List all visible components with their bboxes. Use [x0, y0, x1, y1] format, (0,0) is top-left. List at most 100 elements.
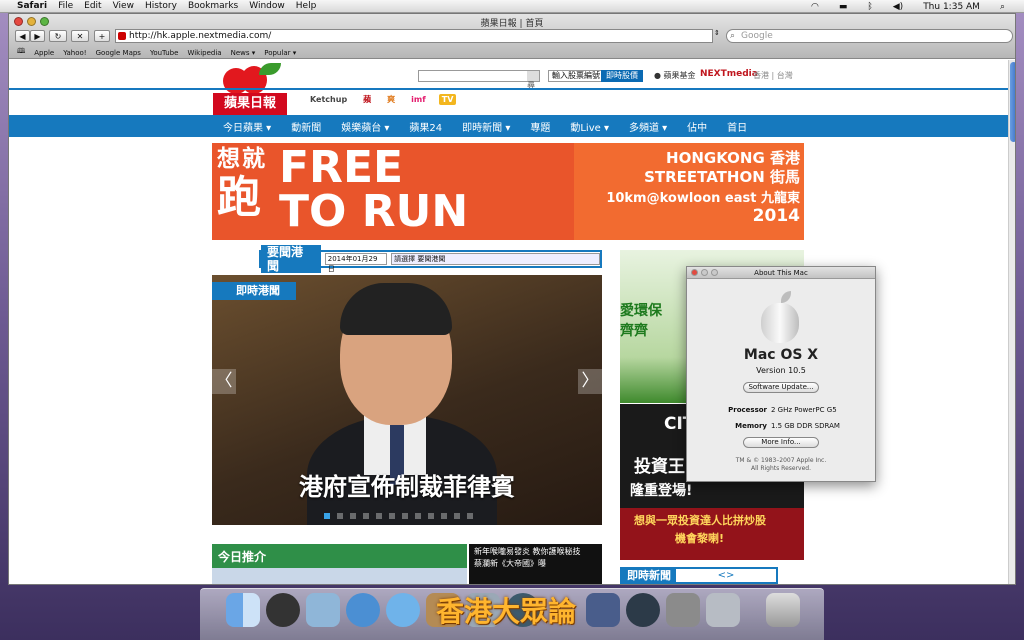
trash-icon[interactable] — [766, 593, 800, 627]
carousel-dot[interactable] — [389, 513, 395, 519]
network-icon[interactable] — [706, 593, 740, 627]
add-bookmark-button[interactable]: + — [94, 30, 110, 42]
about-minimize-icon — [701, 269, 708, 276]
site-search-icon[interactable] — [527, 71, 539, 81]
menu-view[interactable]: View — [113, 1, 134, 11]
streetathon-banner-ad[interactable]: 想就 跑 FREE TO RUN HONGKONG 香港 STREETATHON… — [212, 143, 804, 240]
bookmark-apple[interactable]: Apple — [34, 49, 54, 57]
bookmark-popular[interactable]: Popular ▾ — [264, 49, 296, 57]
url-field[interactable]: http://hk.apple.nextmedia.com/ — [115, 29, 713, 43]
wifi-icon[interactable]: ◠ — [811, 2, 819, 12]
menu-file[interactable]: File — [58, 1, 73, 11]
menu-window[interactable]: Window — [249, 1, 285, 11]
display-icon[interactable]: ▬ — [839, 2, 848, 12]
nav-item-entertainment[interactable]: 娛樂蘋台 ▾ — [341, 119, 389, 134]
memory-label: Memory — [735, 422, 767, 430]
realtime-tag: 即時港聞 — [212, 282, 296, 300]
bookmark-youtube[interactable]: YouTube — [150, 49, 178, 57]
date-select[interactable]: 2014年01月29日 — [324, 253, 388, 273]
realtime-quote-button[interactable]: 即時股價 — [601, 70, 643, 82]
region-links[interactable]: 香港 | 台灣 — [753, 70, 793, 81]
carousel-next-button[interactable]: 〉 — [578, 369, 602, 394]
apple-fund-link[interactable]: ● 蘋果基金 — [654, 70, 696, 81]
reload-button[interactable]: ↻ — [49, 30, 67, 42]
system-preferences-icon[interactable] — [666, 593, 700, 627]
bookmarks-book-icon[interactable]: 🕮 — [17, 47, 25, 58]
section-select[interactable]: 請選擇 要聞港聞 — [391, 253, 601, 265]
menu-safari[interactable]: Safari — [17, 1, 47, 11]
product-link[interactable]: 蘋 — [360, 93, 374, 106]
spotlight-icon[interactable]: ⌕ — [1000, 2, 1005, 12]
nav-item-occupy[interactable]: 佔中 — [687, 119, 707, 134]
finder-icon[interactable] — [226, 593, 260, 627]
latest-news-toggle-icon[interactable]: <> — [676, 569, 776, 582]
bookmark-wikipedia[interactable]: Wikipedia — [187, 49, 221, 57]
headline-caption[interactable]: 港府宣佈制裁菲律賓 — [212, 467, 602, 502]
menu-help[interactable]: Help — [296, 1, 317, 11]
carousel-dot[interactable] — [441, 513, 447, 519]
site-search-input[interactable]: 搜尋 — [418, 70, 540, 90]
carousel-prev-button[interactable]: 〈 — [212, 369, 236, 394]
software-update-button[interactable]: Software Update... — [743, 382, 819, 393]
carousel-dot[interactable] — [402, 513, 408, 519]
nav-item-24[interactable]: 蘋果24 — [409, 119, 442, 134]
product-link[interactable]: TV — [438, 94, 457, 105]
clock[interactable]: Thu 1:35 AM — [923, 2, 980, 12]
ichat-icon[interactable] — [386, 593, 420, 627]
dashboard-icon[interactable] — [266, 593, 300, 627]
product-link[interactable]: Ketchup — [307, 94, 350, 105]
section-date-bar: 要聞港聞 2014年01月29日 請選擇 要聞港聞 — [259, 245, 602, 273]
carousel-dot[interactable] — [428, 513, 434, 519]
logo-text: 蘋果日報 — [213, 93, 287, 115]
menu-edit[interactable]: Edit — [84, 1, 101, 11]
back-button[interactable]: ◀ — [15, 30, 30, 42]
bookmark-google-maps[interactable]: Google Maps — [96, 49, 141, 57]
bookmark-yahoo[interactable]: Yahoo! — [63, 49, 86, 57]
snapback-button[interactable]: ✕ — [71, 30, 89, 42]
stock-code-input[interactable]: 輸入股票編號 — [548, 70, 604, 82]
carousel-dot[interactable] — [467, 513, 473, 519]
nav-item-realtime[interactable]: 即時新聞 ▾ — [462, 119, 510, 134]
bluetooth-icon[interactable]: ᛒ — [867, 2, 872, 12]
carousel-dot[interactable] — [376, 513, 382, 519]
product-link[interactable]: 爽 — [384, 93, 398, 106]
nav-item-animated-news[interactable]: 動新聞 — [291, 119, 321, 134]
forward-button[interactable]: ▶ — [30, 30, 45, 42]
bookmark-news[interactable]: News ▾ — [231, 49, 256, 57]
about-close-icon[interactable] — [691, 269, 698, 276]
scrollbar-thumb[interactable] — [1010, 62, 1015, 142]
carousel-dot[interactable] — [324, 513, 330, 519]
timemachine-clock-icon[interactable] — [626, 593, 660, 627]
url-stepper-icon[interactable]: ⇕ — [714, 29, 722, 43]
carousel-dot[interactable] — [363, 513, 369, 519]
more-info-button[interactable]: More Info... — [743, 437, 819, 448]
nav-item-channels[interactable]: 多頻道 ▾ — [629, 119, 667, 134]
nav-item-home[interactable]: 首日 — [727, 119, 747, 134]
volume-icon[interactable]: ◀) — [893, 2, 903, 12]
search-field[interactable]: ⌕ Google — [726, 29, 1013, 43]
today-recommend-image[interactable] — [212, 568, 467, 584]
safari-icon[interactable] — [346, 593, 380, 627]
carousel-dot[interactable] — [337, 513, 343, 519]
nextmedia-link[interactable]: NEXTmedia — [700, 69, 758, 79]
nav-item-live[interactable]: 動Live ▾ — [570, 119, 609, 134]
menu-history[interactable]: History — [145, 1, 177, 11]
headline-carousel[interactable]: 即時港聞 〈 〉 港府宣佈制裁菲律賓 — [212, 275, 602, 525]
os-version: Version 10.5 — [756, 366, 806, 375]
news-item[interactable]: 蔡瀾新《大帝國》曝 — [474, 558, 597, 570]
mail-icon[interactable] — [306, 593, 340, 627]
carousel-dot[interactable] — [415, 513, 421, 519]
spaces-icon[interactable] — [586, 593, 620, 627]
carousel-dot[interactable] — [454, 513, 460, 519]
news-item[interactable]: 新年喉嚨易發炎 教你護喉秘技 — [474, 546, 597, 558]
nav-item-special[interactable]: 專題 — [530, 119, 550, 134]
page-scrollbar[interactable] — [1008, 60, 1015, 584]
copyright-line: TM & © 1983–2007 Apple Inc. — [735, 457, 827, 464]
product-links: Ketchup 蘋 爽 imf TV — [307, 93, 457, 106]
menu-bookmarks[interactable]: Bookmarks — [188, 1, 238, 11]
banner-text-l1: 想就 — [217, 146, 267, 172]
carousel-dot[interactable] — [350, 513, 356, 519]
product-link[interactable]: imf — [408, 94, 429, 105]
banner-text-r2: STREETATHON 街馬 — [644, 168, 800, 186]
nav-item-today[interactable]: 今日蘋果 ▾ — [223, 119, 271, 134]
